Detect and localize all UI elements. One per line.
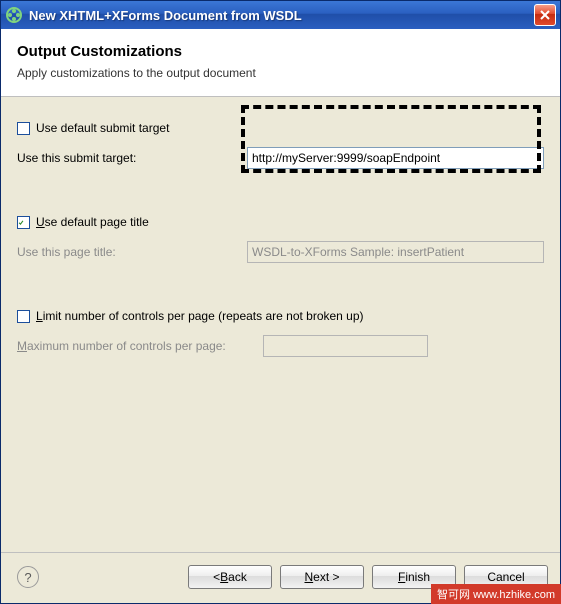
use-default-title-row: Use default page title [17,215,544,229]
max-controls-input [263,335,428,357]
limit-controls-label: Limit number of controls per page (repea… [36,309,364,323]
submit-target-input[interactable] [247,147,544,169]
titlebar: New XHTML+XForms Document from WSDL [1,1,560,29]
limit-controls-checkbox[interactable] [17,310,30,323]
page-description: Apply customizations to the output docum… [17,66,544,80]
use-default-title-label: Use default page title [36,215,149,229]
custom-title-label: Use this page title: [17,245,247,259]
use-default-submit-checkbox[interactable] [17,122,30,135]
custom-title-input [247,241,544,263]
use-default-title-checkbox[interactable] [17,216,30,229]
check-icon [18,217,24,228]
page-title-section: Use default page title Use this page tit… [17,215,544,263]
help-icon: ? [24,570,31,585]
window-title: New XHTML+XForms Document from WSDL [29,8,534,23]
wizard-header: Output Customizations Apply customizatio… [1,29,560,97]
submit-target-row: Use this submit target: [17,147,544,169]
max-controls-row: Maximum number of controls per page: [17,335,544,357]
close-icon [540,10,550,20]
use-default-submit-row: Use default submit target [17,121,544,135]
help-button[interactable]: ? [17,566,39,588]
back-button[interactable]: < Back [188,565,272,589]
submit-target-label: Use this submit target: [17,151,247,165]
close-button[interactable] [534,4,556,26]
next-button[interactable]: Next > [280,565,364,589]
wizard-window: New XHTML+XForms Document from WSDL Outp… [0,0,561,604]
watermark: 智可网 www.hzhike.com [431,584,561,604]
app-icon [5,6,23,24]
limit-controls-row: Limit number of controls per page (repea… [17,309,544,323]
wizard-content: Use default submit target Use this submi… [1,97,560,552]
page-heading: Output Customizations [17,43,544,60]
submit-target-section: Use default submit target Use this submi… [17,121,544,169]
custom-title-row: Use this page title: [17,241,544,263]
limit-controls-section: Limit number of controls per page (repea… [17,309,544,357]
max-controls-label: Maximum number of controls per page: [17,339,263,353]
use-default-submit-label: Use default submit target [36,121,169,135]
